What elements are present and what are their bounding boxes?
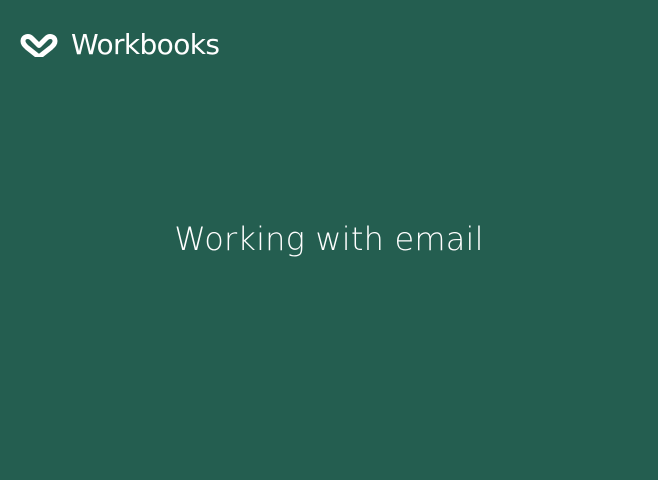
brand-logo: Workbooks bbox=[19, 28, 220, 62]
slide-title: Working with email bbox=[174, 220, 484, 258]
brand-name: Workbooks bbox=[71, 28, 220, 61]
workbooks-logo-icon bbox=[20, 34, 58, 57]
